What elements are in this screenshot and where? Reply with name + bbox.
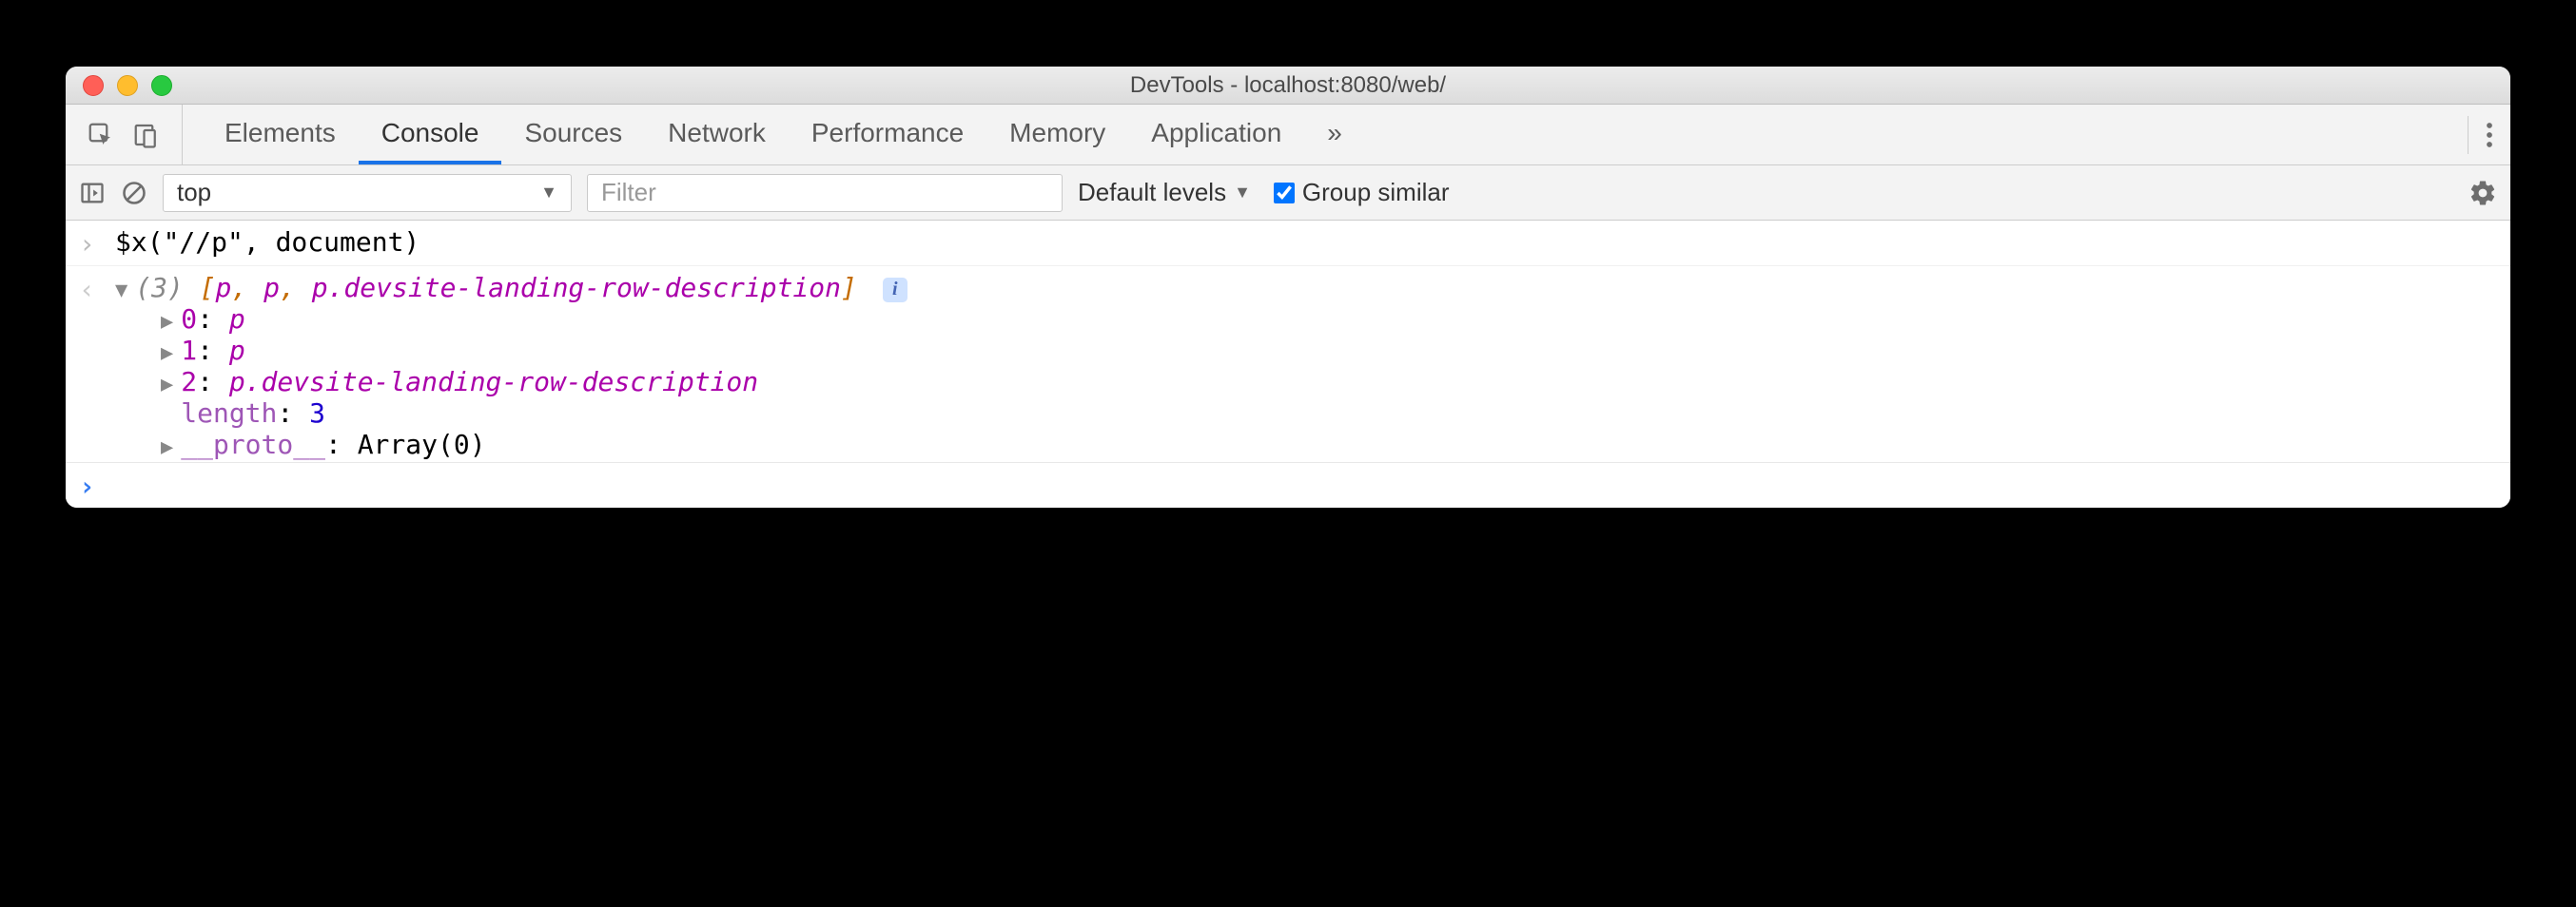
tabbar-right [2450,105,2510,164]
disclosure-triangle-icon[interactable]: ▶ [161,435,173,459]
tab-performance[interactable]: Performance [789,105,986,164]
info-badge-icon[interactable]: i [883,278,907,302]
inspect-element-icon[interactable] [87,121,115,149]
disclosure-triangle-icon[interactable]: ▶ [161,310,173,334]
devtools-window: DevTools - localhost:8080/web/ Elements … [66,67,2510,508]
group-similar-label: Group similar [1302,178,1450,207]
group-similar-checkbox[interactable]: Group similar [1274,178,1450,207]
clear-console-icon[interactable] [121,180,147,206]
log-levels-select[interactable]: Default levels ▼ [1078,178,1251,207]
tab-network[interactable]: Network [645,105,789,164]
console-toolbar: top ▼ Default levels ▼ Group similar [66,165,2510,221]
context-select[interactable]: top ▼ [163,174,572,212]
disclosure-triangle-open-icon[interactable]: ▼ [115,279,127,302]
console-body: › $x("//p", document) ‹ ▼(3) [p, p, p.de… [66,221,2510,508]
tab-overflow[interactable]: » [1304,105,1365,164]
tab-memory[interactable]: Memory [986,105,1128,164]
titlebar: DevTools - localhost:8080/web/ [66,67,2510,105]
tab-application[interactable]: Application [1128,105,1304,164]
sidebar-toggle-icon[interactable] [79,180,106,206]
array-item[interactable]: ▶2: p.devsite-landing-row-description [161,366,2497,397]
tab-sources[interactable]: Sources [501,105,645,164]
array-proto[interactable]: ▶__proto__: Array(0) [161,429,2497,460]
console-output-row: ‹ ▼(3) [p, p, p.devsite-landing-row-desc… [66,266,2510,462]
prompt-chevron-icon: › [79,469,115,502]
console-output[interactable]: ▼(3) [p, p, p.devsite-landing-row-descri… [115,272,2497,460]
tab-elements[interactable]: Elements [202,105,359,164]
input-chevron-icon: › [79,226,115,260]
console-input-row: › $x("//p", document) [66,221,2510,266]
tab-console[interactable]: Console [359,105,502,164]
window-title: DevTools - localhost:8080/web/ [66,72,2510,99]
filter-input[interactable] [587,174,1063,212]
tabs: Elements Console Sources Network Perform… [183,105,2450,164]
context-value: top [177,178,211,207]
array-count: (3) [135,272,184,303]
divider [2468,116,2469,154]
group-similar-input[interactable] [1274,183,1295,203]
device-toolbar-icon[interactable] [132,121,161,149]
disclosure-triangle-icon[interactable]: ▶ [161,373,173,396]
tabbar: Elements Console Sources Network Perform… [66,105,2510,165]
array-length: ▶length: 3 [161,397,2497,429]
levels-label: Default levels [1078,178,1226,207]
output-chevron-icon: ‹ [79,272,115,305]
kebab-menu-icon[interactable] [2486,121,2493,149]
disclosure-triangle-icon[interactable]: ▶ [161,341,173,365]
tabbar-left [66,105,183,164]
settings-gear-icon[interactable] [2469,179,2497,207]
console-input-text: $x("//p", document) [115,226,2497,258]
array-item[interactable]: ▶0: p [161,303,2497,335]
chevron-down-icon: ▼ [540,183,557,203]
array-item[interactable]: ▶1: p [161,335,2497,366]
chevron-down-icon: ▼ [1234,183,1251,203]
console-prompt-row[interactable]: › [66,462,2510,508]
